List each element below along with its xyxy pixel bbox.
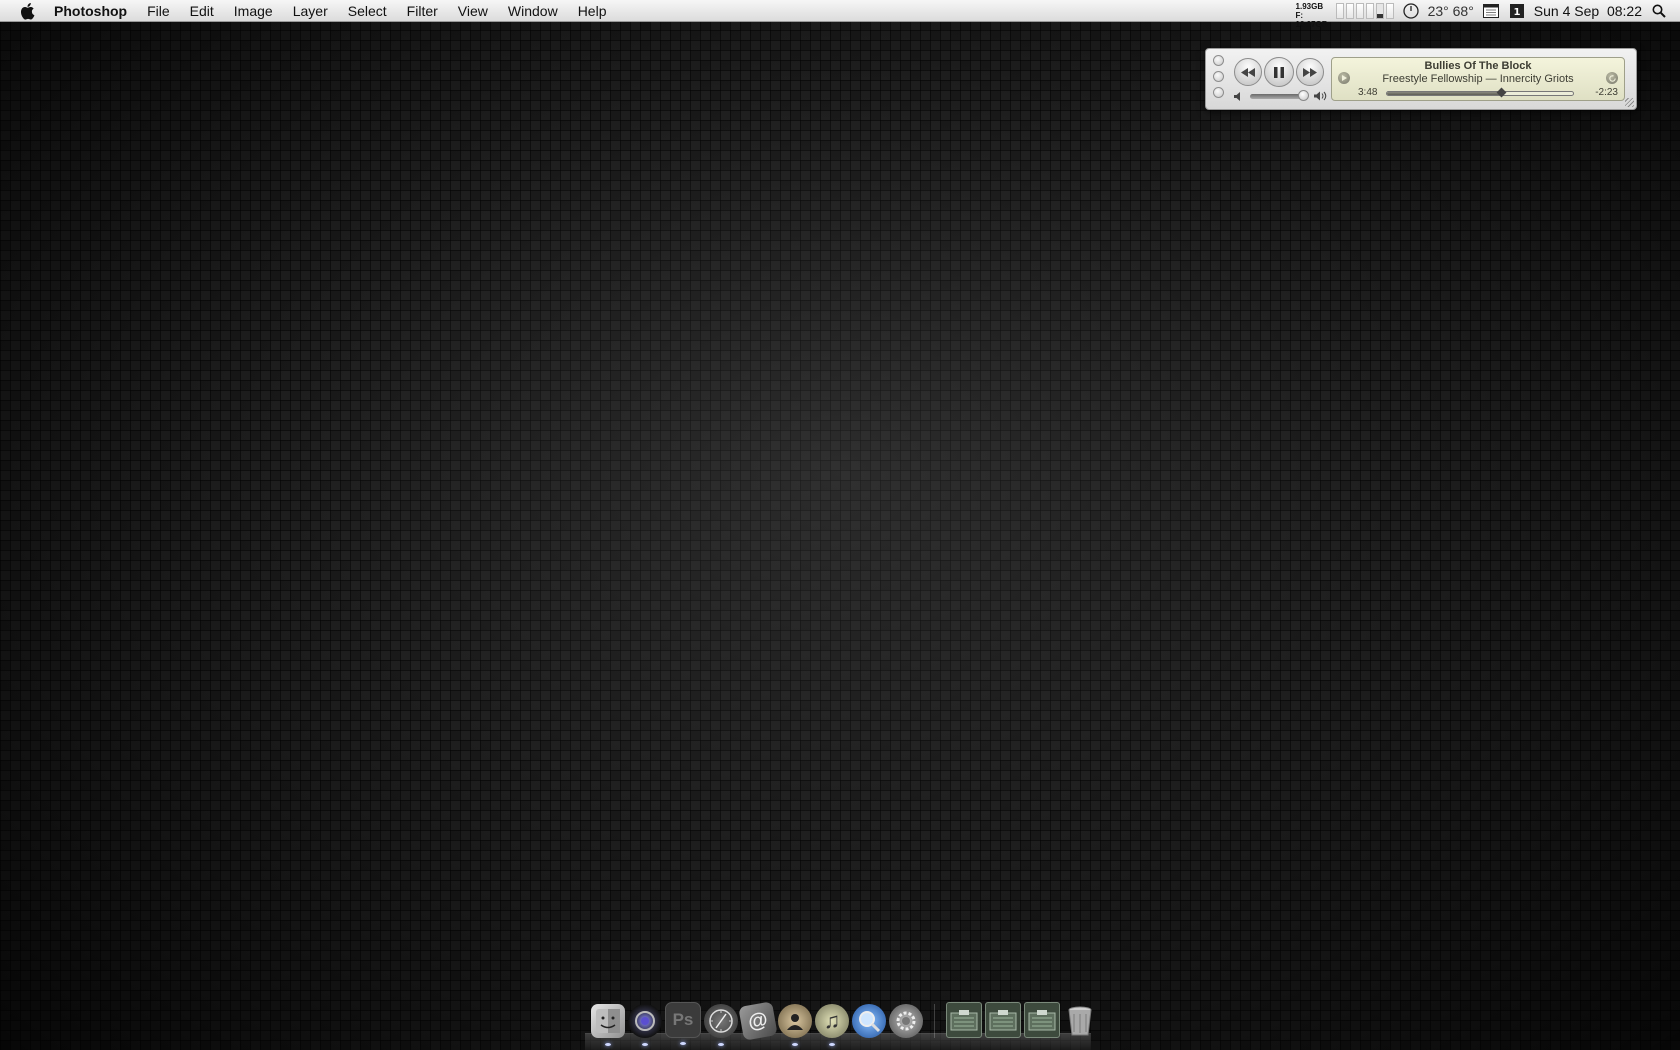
menu-image[interactable]: Image (224, 0, 283, 22)
dock-finder[interactable] (591, 1004, 625, 1046)
app-menu[interactable]: Photoshop (50, 0, 137, 22)
volume-control (1234, 89, 1327, 101)
next-track-button[interactable] (1296, 58, 1324, 86)
volume-slider[interactable] (1250, 89, 1310, 101)
folder-stack-icon (1028, 1010, 1056, 1031)
menu-edit[interactable]: Edit (180, 0, 224, 22)
mail-at-icon: @ (746, 1007, 770, 1034)
next-icon (1303, 67, 1317, 77)
close-window-button[interactable] (1213, 55, 1224, 66)
menu-bar: Photoshop File Edit Image Layer Select F… (0, 0, 1680, 29)
clock-icon[interactable] (1402, 3, 1420, 19)
minimize-window-button[interactable] (1213, 71, 1224, 82)
status-area: U: 1.93GB F: 10.07GB 23° 68° 1 Sun 4 Sep… (1296, 0, 1680, 29)
progress-fill (1387, 92, 1503, 95)
now-playing-display: Bullies Of The Block Freestyle Fellowshi… (1331, 57, 1625, 101)
time-remaining[interactable]: -2:23 (1595, 87, 1618, 98)
dock-itunes[interactable]: ♫ (815, 1004, 849, 1046)
contact-icon (787, 1014, 803, 1030)
apple-menu-icon[interactable] (16, 0, 38, 22)
refresh-icon (1608, 74, 1616, 82)
compass-icon (709, 1009, 733, 1033)
itunes-mini-player[interactable]: Bullies Of The Block Freestyle Fellowshi… (1205, 48, 1637, 110)
window-controls (1213, 55, 1224, 98)
dock-system-preferences[interactable] (889, 1004, 923, 1038)
volume-high-icon (1314, 91, 1327, 101)
resize-grip[interactable] (1625, 98, 1634, 107)
volume-knob[interactable] (1298, 89, 1310, 101)
zoom-window-button[interactable] (1213, 87, 1224, 98)
memory-used-value: 1.93GB (1295, 2, 1324, 11)
dock: Ps @ ♫ (585, 1000, 1092, 1050)
dock-stack-documents[interactable] (946, 1002, 982, 1038)
previous-track-button[interactable] (1234, 58, 1262, 86)
photoshop-icon: Ps (672, 1010, 694, 1029)
track-artist-album: Freestyle Fellowship — Innercity Griots (1382, 73, 1574, 85)
dock-stack-applications[interactable] (1024, 1002, 1060, 1038)
magnifier-icon (859, 1011, 881, 1033)
menu-help[interactable]: Help (568, 0, 617, 22)
dock-address-book[interactable] (778, 1004, 812, 1046)
menu-filter[interactable]: Filter (397, 0, 448, 22)
time-elapsed: 3:48 (1358, 87, 1378, 98)
folder-stack-icon (989, 1010, 1017, 1031)
menu-window[interactable]: Window (498, 0, 568, 22)
svg-text:1: 1 (1513, 7, 1520, 18)
menu-clock[interactable]: Sun 4 Sep 08:22 (1534, 3, 1642, 19)
menu-select[interactable]: Select (338, 0, 397, 22)
menu-view[interactable]: View (448, 0, 498, 22)
dock-separator (934, 1004, 935, 1038)
pause-button[interactable] (1264, 57, 1294, 87)
volume-low-icon (1234, 91, 1240, 101)
memory-free-label: F: (1295, 11, 1304, 20)
aperture-icon (635, 1011, 655, 1031)
notification-icon[interactable]: 1 (1508, 3, 1526, 19)
track-title: Bullies Of The Block (1424, 60, 1532, 72)
menu-file[interactable]: File (137, 0, 180, 22)
pause-icon (1274, 66, 1284, 78)
gear-icon (896, 1011, 916, 1031)
finder-icon (596, 1009, 620, 1033)
memory-free-value: 10.07GB (1295, 20, 1328, 29)
dock-photoshop[interactable]: Ps (665, 1002, 701, 1045)
disk-activity-icon[interactable] (1335, 3, 1394, 19)
trash-icon (1068, 1006, 1092, 1036)
playhead[interactable] (1496, 87, 1507, 98)
folder-stack-icon (950, 1010, 978, 1031)
previous-icon (1241, 67, 1255, 77)
spotlight-icon[interactable] (1650, 3, 1668, 19)
dock-mail[interactable]: @ (738, 1001, 778, 1041)
memory-monitor[interactable]: U: 1.93GB F: 10.07GB (1296, 0, 1328, 29)
dock-trash[interactable] (1063, 1004, 1097, 1038)
menu-layer[interactable]: Layer (283, 0, 338, 22)
track-progress-bar[interactable] (1386, 87, 1574, 98)
weather-temperature[interactable]: 23° 68° (1428, 3, 1474, 19)
music-note-icon: ♫ (823, 1008, 841, 1033)
dock-safari[interactable] (704, 1004, 738, 1046)
calendar-icon[interactable] (1482, 3, 1500, 19)
dock-aperture[interactable] (628, 1004, 662, 1046)
toggle-display-button[interactable] (1606, 72, 1618, 84)
dock-preview[interactable] (852, 1004, 886, 1038)
dock-stack-downloads[interactable] (985, 1002, 1021, 1038)
